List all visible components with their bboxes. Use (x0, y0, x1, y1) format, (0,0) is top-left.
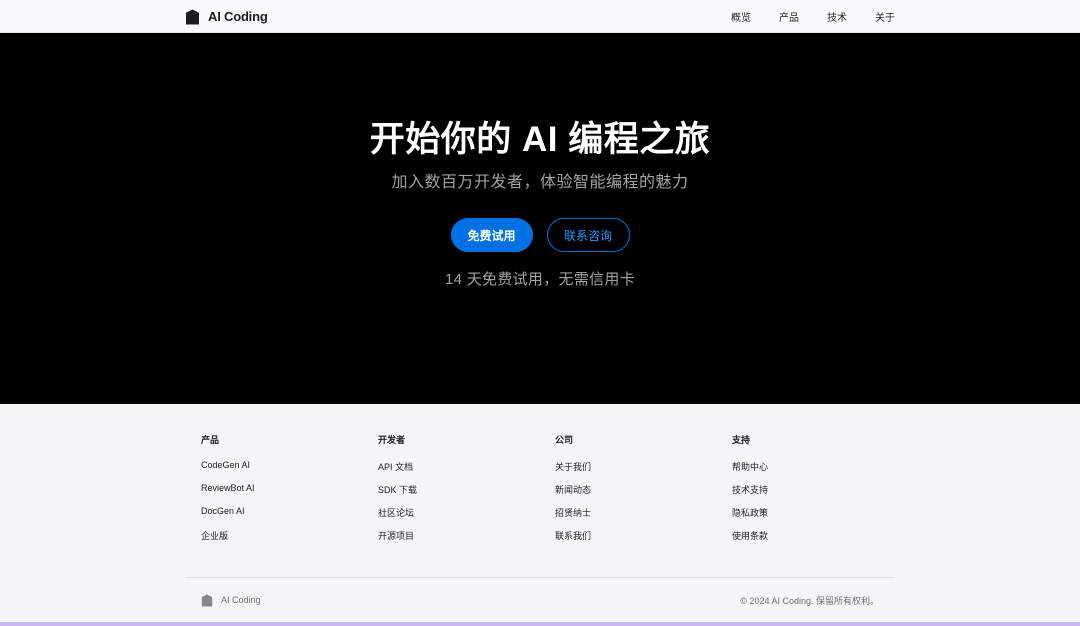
free-trial-button[interactable]: 免费试用 (450, 218, 533, 252)
footer-link[interactable]: DocGen AI (201, 506, 378, 517)
footer-link[interactable]: SDK 下载 (378, 483, 555, 495)
nav-links: 概览 产品 技术 关于 (731, 9, 895, 24)
hero-subtitle: 加入数百万开发者，体验智能编程的魅力 (391, 174, 689, 191)
footer-bottom-bar: AI Coding © 2024 AI Coding. 保留所有权利。 (201, 593, 879, 607)
footer-link[interactable]: CodeGen AI (201, 460, 378, 471)
footer-link[interactable]: 联系我们 (555, 529, 732, 541)
footer-divider (185, 577, 895, 578)
nav-link-products[interactable]: 产品 (779, 9, 799, 24)
footer-link[interactable]: 开源项目 (378, 529, 555, 541)
footer-column-developers: 开发者 API 文档 SDK 下载 社区论坛 开源项目 (378, 433, 555, 552)
copyright-text: © 2024 AI Coding. 保留所有权利。 (740, 595, 879, 606)
footer-columns: 产品 CodeGen AI ReviewBot AI DocGen AI 企业版… (201, 433, 909, 552)
footer-brand: AI Coding (201, 594, 261, 607)
footer-link[interactable]: 技术支持 (732, 483, 909, 495)
footer-column-company: 公司 关于我们 新闻动态 招贤纳士 联系我们 (555, 433, 732, 552)
hero-section: 开始你的 AI 编程之旅 加入数百万开发者，体验智能编程的魅力 免费试用 联系咨… (0, 33, 1080, 404)
footer-link[interactable]: 新闻动态 (555, 483, 732, 495)
nav-link-about[interactable]: 关于 (875, 9, 895, 24)
site-footer: 产品 CodeGen AI ReviewBot AI DocGen AI 企业版… (0, 404, 1080, 622)
footer-heading: 公司 (555, 435, 574, 445)
hero-title: 开始你的 AI 编程之旅 (369, 120, 711, 159)
footer-heading: 支持 (732, 435, 751, 445)
footer-brand-name: AI Coding (221, 595, 261, 605)
footer-link[interactable]: 招贤纳士 (555, 506, 732, 518)
shield-logo-icon (201, 594, 213, 606)
nav-container: AI Coding 概览 产品 技术 关于 (185, 0, 895, 33)
footer-link[interactable]: 关于我们 (555, 460, 732, 472)
footer-link[interactable]: 使用条款 (732, 529, 909, 541)
nav-link-technology[interactable]: 技术 (827, 9, 847, 24)
hero-actions: 免费试用 联系咨询 (0, 218, 1080, 252)
footer-heading: 开发者 (378, 435, 406, 445)
brand-name: AI Coding (208, 9, 268, 24)
bottom-accent-strip (0, 622, 1080, 626)
nav-link-overview[interactable]: 概览 (731, 9, 751, 24)
brand-home-link[interactable]: AI Coding (185, 9, 268, 25)
footer-column-products: 产品 CodeGen AI ReviewBot AI DocGen AI 企业版 (201, 433, 378, 552)
footer-link[interactable]: 隐私政策 (732, 506, 909, 518)
footer-column-support: 支持 帮助中心 技术支持 隐私政策 使用条款 (732, 433, 909, 552)
trial-note: 14 天免费试用，无需信用卡 (444, 271, 636, 288)
footer-link[interactable]: 企业版 (201, 529, 378, 541)
footer-link[interactable]: ReviewBot AI (201, 483, 378, 494)
footer-link[interactable]: 社区论坛 (378, 506, 555, 518)
footer-heading: 产品 (201, 435, 220, 445)
footer-link[interactable]: 帮助中心 (732, 460, 909, 472)
footer-link[interactable]: API 文档 (378, 460, 555, 472)
contact-sales-button[interactable]: 联系咨询 (546, 218, 630, 252)
shield-logo-icon (186, 9, 199, 24)
top-navigation-bar: AI Coding 概览 产品 技术 关于 (0, 0, 1080, 33)
